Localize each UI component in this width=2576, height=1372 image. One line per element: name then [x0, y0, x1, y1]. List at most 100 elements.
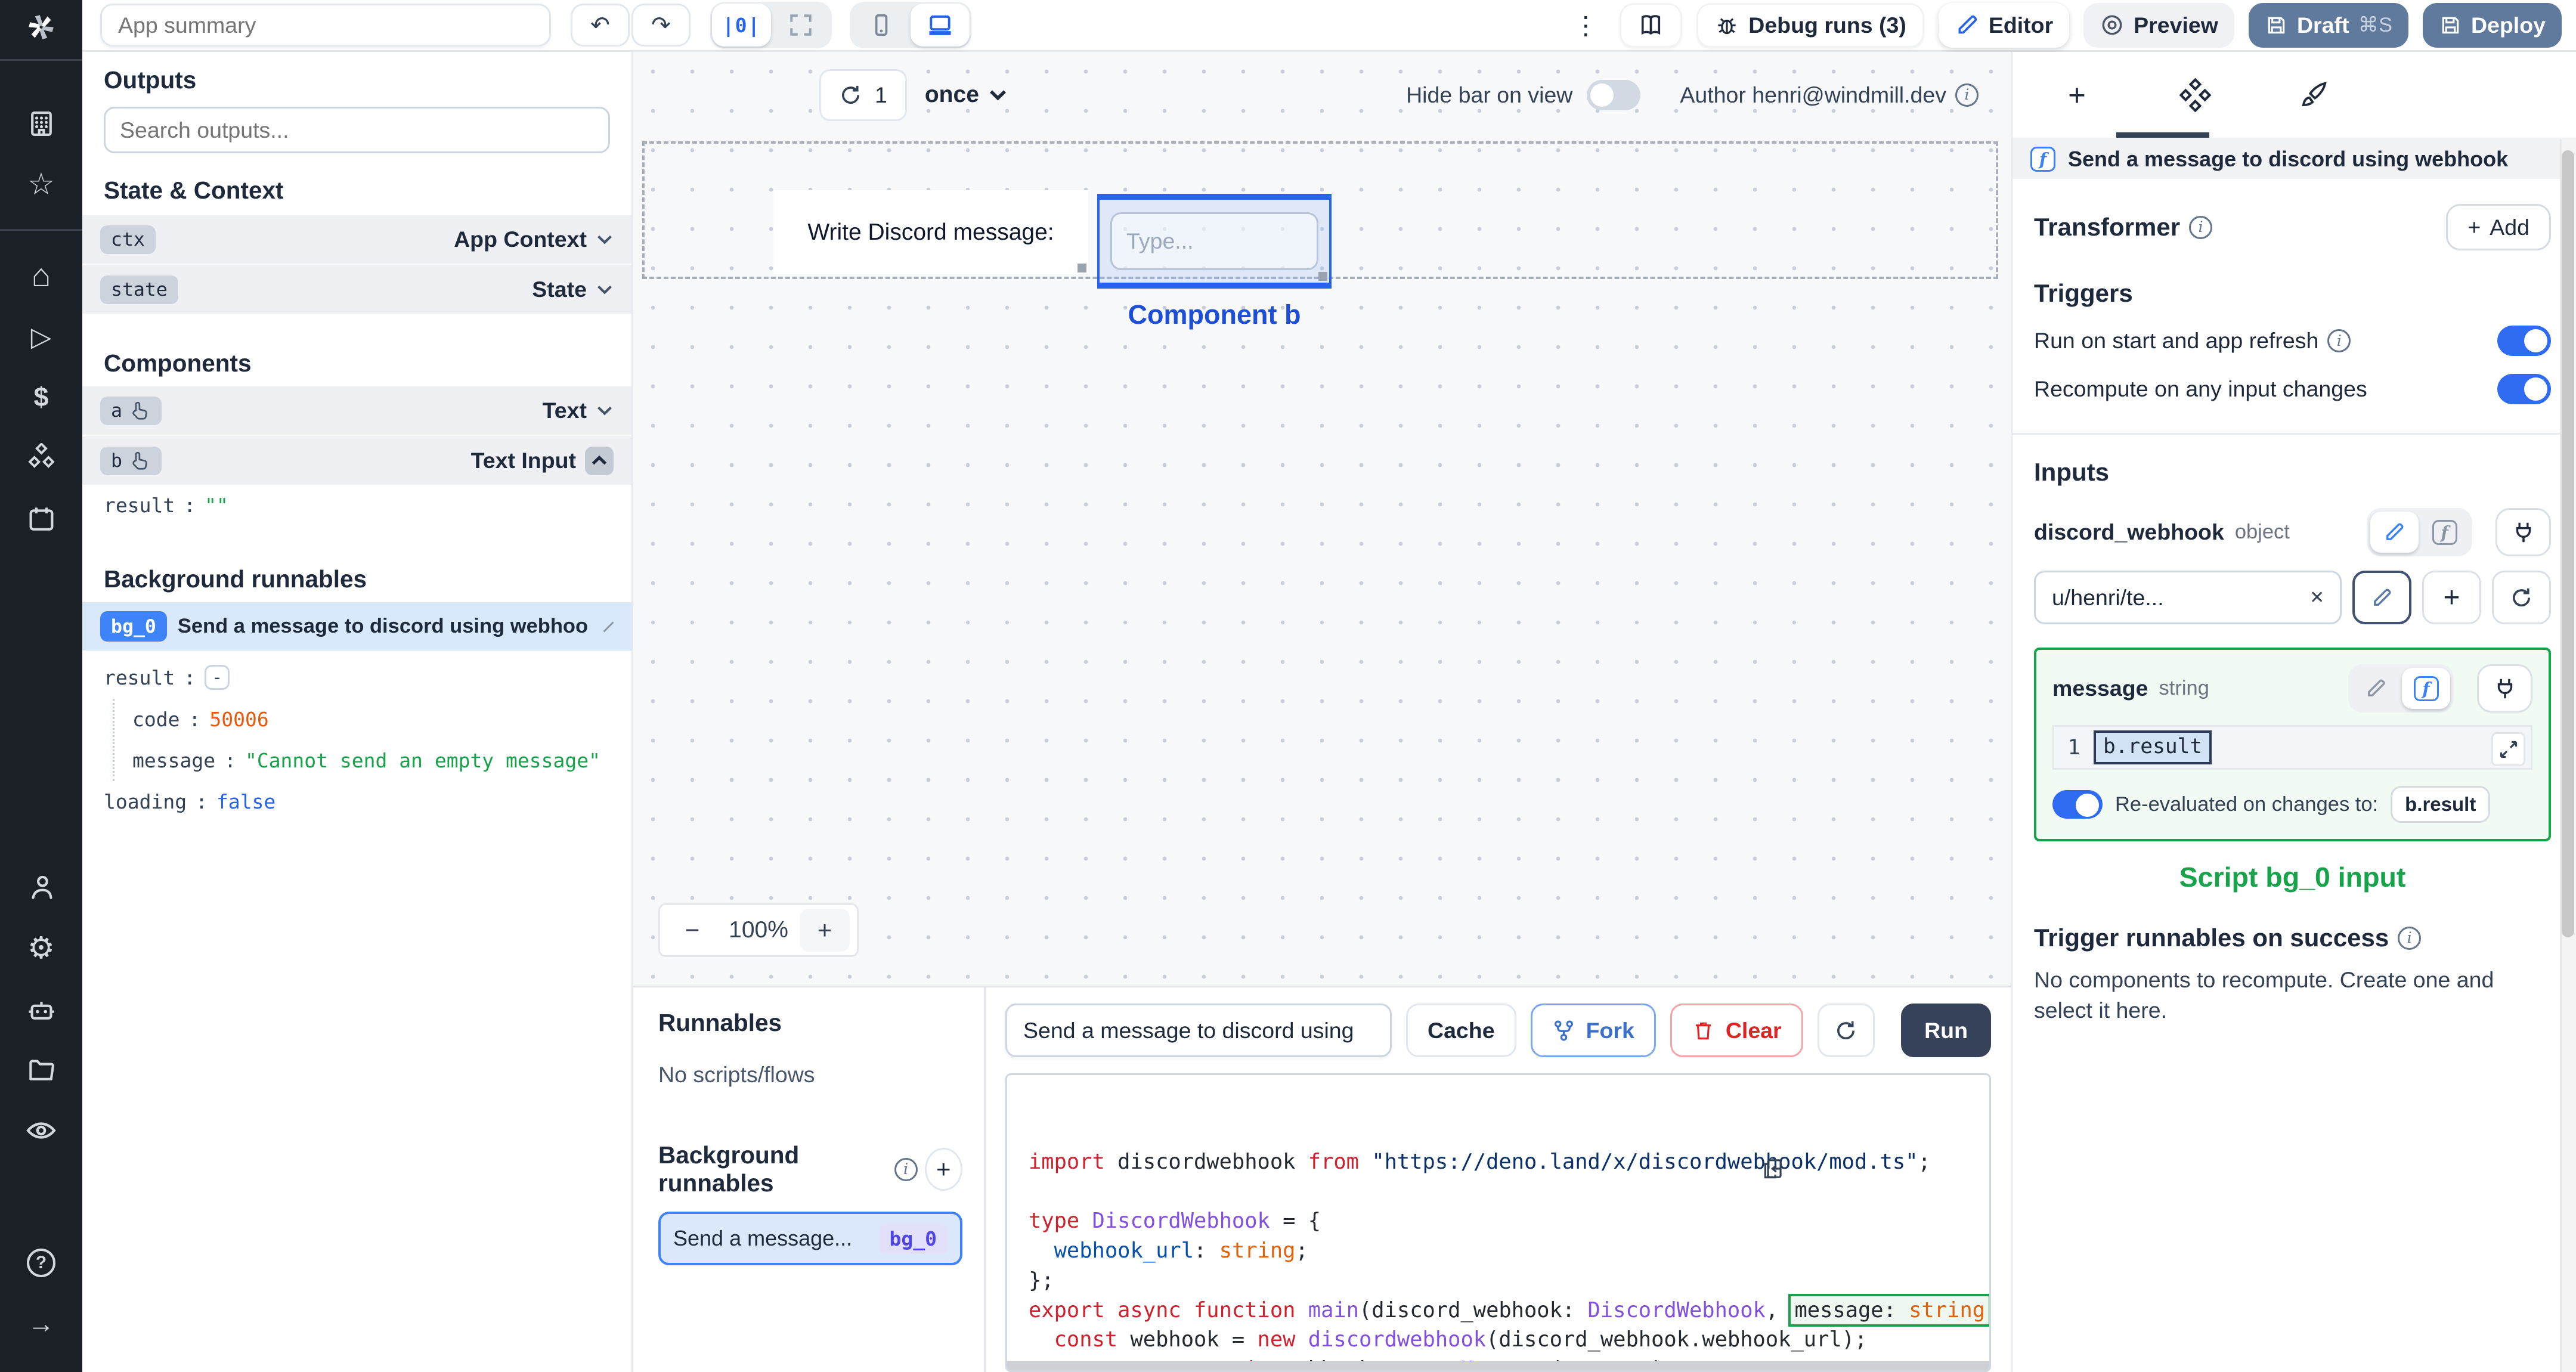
- clear-button[interactable]: Clear: [1670, 1004, 1803, 1057]
- recompute-toggle[interactable]: [2497, 374, 2551, 404]
- redo-button[interactable]: ↷: [631, 4, 691, 47]
- component-a-row[interactable]: a Text: [82, 386, 631, 435]
- favorites-star-icon[interactable]: ☆: [0, 154, 82, 215]
- text-component-a[interactable]: Write Discord message:: [773, 190, 1088, 274]
- workers-robot-icon[interactable]: [0, 978, 82, 1039]
- schedules-calendar-icon[interactable]: [0, 488, 82, 549]
- collapse-toggle[interactable]: -: [205, 665, 230, 690]
- app-canvas[interactable]: 1 once Hide bar on view Author henri@win…: [633, 52, 2011, 986]
- eval-mode-button[interactable]: f: [2402, 668, 2450, 709]
- workspace-building-icon[interactable]: [0, 93, 82, 154]
- state-row[interactable]: state State: [82, 265, 631, 314]
- variables-dollar-icon[interactable]: $: [0, 367, 82, 428]
- settings-gear-icon[interactable]: ⚙: [0, 918, 82, 978]
- draft-label: Draft: [2296, 12, 2349, 38]
- zoom-level: 100%: [729, 917, 788, 943]
- static-mode-button[interactable]: [2352, 668, 2400, 709]
- zoom-out-button[interactable]: −: [667, 909, 717, 952]
- insert-component-tab[interactable]: +: [2055, 59, 2098, 131]
- code-editor[interactable]: import discordwebhook from "https://deno…: [1005, 1073, 1991, 1372]
- resize-handle[interactable]: [1078, 264, 1086, 272]
- app-summary-input[interactable]: [100, 4, 551, 47]
- user-icon[interactable]: [0, 857, 82, 918]
- bg0-runnable-item[interactable]: Send a message... bg_0: [658, 1212, 962, 1265]
- add-background-runnable-button[interactable]: +: [924, 1148, 962, 1191]
- editor-tab-button[interactable]: Editor: [1938, 2, 2070, 48]
- ctx-row[interactable]: ctx App Context: [82, 215, 631, 264]
- eval-mode-button[interactable]: f: [2420, 512, 2469, 553]
- docs-button[interactable]: [1620, 2, 1683, 48]
- fork-button[interactable]: Fork: [1530, 1004, 1656, 1057]
- outputs-panel: Outputs State & Context ctx App Context …: [82, 52, 633, 1372]
- bg0-code-row[interactable]: code:50006: [125, 699, 631, 740]
- folders-icon[interactable]: [0, 1039, 82, 1100]
- debug-runs-button[interactable]: Debug runs (3): [1696, 2, 1924, 48]
- component-b-result[interactable]: result: "": [82, 485, 631, 526]
- expand-editor-button[interactable]: [2491, 732, 2525, 766]
- runs-play-icon[interactable]: ▷: [0, 306, 82, 367]
- message-expression-editor[interactable]: 1 b.result: [2052, 725, 2532, 770]
- chevron-up-icon: [592, 455, 607, 465]
- refresh-count-button[interactable]: 1: [819, 69, 907, 121]
- selected-runnable-header[interactable]: f Send a message to discord using webhoo…: [2012, 140, 2576, 179]
- reeval-value-badge[interactable]: b.result: [2391, 786, 2491, 823]
- deploy-button[interactable]: Deploy: [2422, 2, 2562, 48]
- audit-eye-icon[interactable]: [0, 1100, 82, 1161]
- horizontal-scrollbar[interactable]: [1007, 1361, 1989, 1370]
- search-outputs-input[interactable]: [104, 107, 610, 153]
- more-options-kebab-icon[interactable]: ⋮: [1566, 11, 1605, 40]
- scrollbar-thumb[interactable]: [2562, 150, 2574, 937]
- undo-button[interactable]: ↶: [571, 4, 630, 47]
- collapse-arrow-icon[interactable]: →: [0, 1293, 82, 1354]
- draft-button[interactable]: Draft ⌘S: [2248, 2, 2408, 48]
- expression-value[interactable]: b.result: [2094, 730, 2212, 764]
- run-on-start-toggle[interactable]: [2497, 326, 2551, 356]
- bg0-output-row[interactable]: bg_0 Send a message to discord using web…: [82, 602, 631, 651]
- home-icon[interactable]: ⌂: [0, 245, 82, 306]
- desktop-view-button[interactable]: [911, 4, 970, 47]
- bg0-loading-row[interactable]: loading: false: [82, 781, 631, 822]
- fullscreen-button[interactable]: [771, 4, 830, 47]
- selected-component-b[interactable]: [1097, 194, 1332, 289]
- edit-resource-button[interactable]: [2352, 571, 2411, 624]
- refresh-count: 1: [875, 82, 887, 107]
- connect-plug-button[interactable]: [2496, 508, 2551, 556]
- bg0-result-row[interactable]: result: -: [82, 656, 631, 699]
- center-align-button[interactable]: |0|: [712, 4, 771, 47]
- refresh-script-button[interactable]: [1817, 1004, 1875, 1057]
- collapse-button[interactable]: [585, 446, 614, 475]
- create-resource-button[interactable]: +: [2422, 571, 2481, 624]
- resources-cubes-icon[interactable]: [0, 428, 82, 488]
- zoom-in-button[interactable]: +: [800, 909, 850, 952]
- preview-button[interactable]: Preview: [2083, 2, 2234, 48]
- script-name-input[interactable]: [1005, 1004, 1392, 1057]
- reeval-toggle[interactable]: [2052, 790, 2103, 819]
- text-input-component[interactable]: [1110, 212, 1318, 270]
- cache-button[interactable]: Cache: [1406, 1004, 1516, 1057]
- styling-brush-tab[interactable]: [2292, 59, 2334, 131]
- info-icon: i: [2189, 215, 2213, 239]
- help-icon[interactable]: ?: [0, 1232, 82, 1293]
- chevron-down-icon: [597, 235, 612, 244]
- runnables-title: Runnables: [658, 1009, 782, 1036]
- bg0-label: Send a message to discord using webhook: [177, 615, 589, 637]
- panel-scrollbar[interactable]: [2560, 140, 2576, 1372]
- resize-handle[interactable]: [1318, 272, 1327, 281]
- preview-label: Preview: [2134, 12, 2218, 38]
- mobile-view-button[interactable]: [852, 4, 911, 47]
- clear-resource-icon[interactable]: ×: [2310, 584, 2324, 611]
- resource-picker-input[interactable]: u/henri/te... ×: [2034, 571, 2342, 624]
- component-b-row[interactable]: b Text Input: [82, 436, 631, 485]
- refresh-resource-button[interactable]: [2492, 571, 2551, 624]
- copy-code-icon[interactable]: [1761, 1097, 1964, 1240]
- windmill-logo-icon[interactable]: [0, 0, 82, 52]
- add-transformer-button[interactable]: + Add: [2446, 204, 2551, 250]
- component-settings-tab[interactable]: [2174, 59, 2216, 131]
- static-mode-button[interactable]: [2370, 512, 2419, 553]
- hide-bar-toggle[interactable]: [1587, 79, 1641, 110]
- canvas-row-container[interactable]: Write Discord message: Component b: [642, 141, 1998, 330]
- bg0-message-row[interactable]: message: "Cannot send an empty message": [125, 740, 631, 781]
- connect-plug-button[interactable]: [2477, 664, 2532, 713]
- frequency-dropdown[interactable]: once: [925, 82, 1008, 108]
- run-button[interactable]: Run: [1901, 1004, 1991, 1057]
